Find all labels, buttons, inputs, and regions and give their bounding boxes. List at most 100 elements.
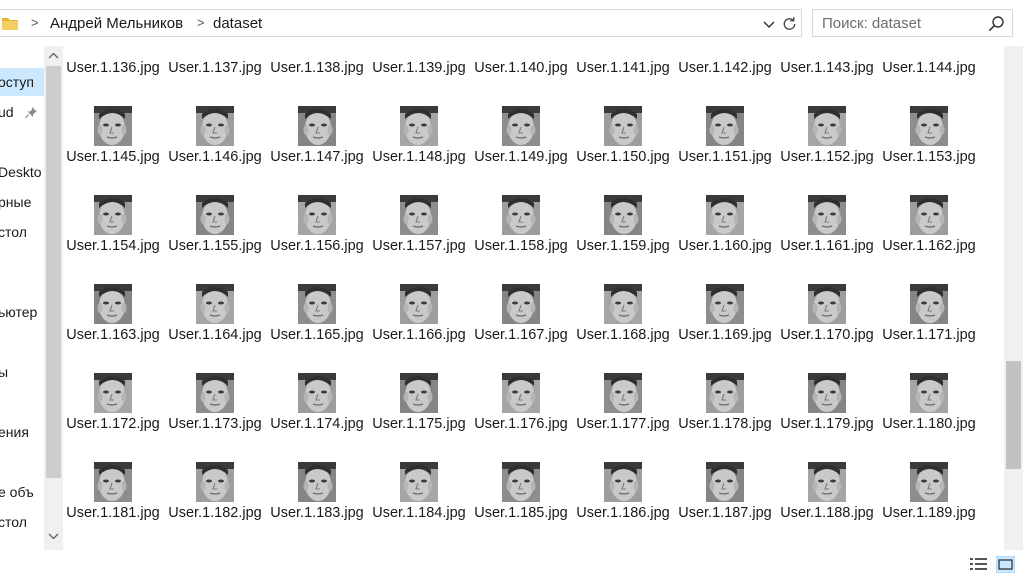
refresh-icon[interactable] — [780, 14, 799, 34]
nav-item-desk-2[interactable]: стол — [0, 508, 44, 536]
face-photo-icon — [196, 195, 234, 235]
chevron-up-icon[interactable] — [44, 46, 63, 66]
nav-item-quick-access[interactable]: оступ — [0, 68, 44, 96]
address-bar[interactable]: > Андрей Мельников > dataset — [0, 9, 802, 37]
file-item[interactable]: User.1.162.jpg — [879, 195, 979, 286]
file-item[interactable]: User.1.180.jpg — [879, 373, 979, 464]
file-item[interactable]: User.1.148.jpg — [369, 106, 469, 197]
file-item[interactable]: User.1.186.jpg — [573, 462, 673, 550]
nav-item-desktop[interactable]: Deskto — [0, 158, 44, 186]
image-thumbnail — [196, 195, 234, 235]
file-item[interactable]: User.1.177.jpg — [573, 373, 673, 464]
file-item[interactable]: User.1.137.jpg — [165, 46, 265, 110]
file-item[interactable]: User.1.163.jpg — [63, 284, 163, 375]
face-photo-icon — [400, 284, 438, 324]
file-item[interactable]: User.1.183.jpg — [267, 462, 367, 550]
file-item[interactable]: User.1.171.jpg — [879, 284, 979, 375]
file-list[interactable]: User.1.136.jpg User.1.137.jpg User.1.138.j… — [63, 46, 1003, 550]
file-name: User.1.141.jpg — [576, 60, 670, 76]
face-photo-icon — [910, 373, 948, 413]
file-item[interactable]: User.1.158.jpg — [471, 195, 571, 286]
file-item[interactable]: User.1.144.jpg — [879, 46, 979, 110]
file-item[interactable]: User.1.167.jpg — [471, 284, 571, 375]
file-item[interactable]: User.1.179.jpg — [777, 373, 877, 464]
file-item[interactable]: User.1.157.jpg — [369, 195, 469, 286]
nav-item-computer[interactable]: ьютер — [0, 298, 44, 326]
file-item[interactable]: User.1.151.jpg — [675, 106, 775, 197]
nav-scrollbar-thumb[interactable] — [46, 66, 61, 478]
file-item[interactable]: User.1.143.jpg — [777, 46, 877, 110]
image-thumbnail — [502, 462, 540, 502]
file-item[interactable]: User.1.169.jpg — [675, 284, 775, 375]
file-item[interactable]: User.1.188.jpg — [777, 462, 877, 550]
file-item[interactable]: User.1.159.jpg — [573, 195, 673, 286]
file-item[interactable]: User.1.138.jpg — [267, 46, 367, 110]
file-item[interactable]: User.1.170.jpg — [777, 284, 877, 375]
file-item[interactable]: User.1.160.jpg — [675, 195, 775, 286]
file-name: User.1.142.jpg — [678, 60, 772, 76]
file-item[interactable]: User.1.161.jpg — [777, 195, 877, 286]
file-item[interactable]: User.1.154.jpg — [63, 195, 163, 286]
file-item[interactable]: User.1.156.jpg — [267, 195, 367, 286]
file-list-scrollbar-thumb[interactable] — [1006, 361, 1021, 469]
search-icon[interactable] — [988, 15, 1005, 32]
file-item[interactable]: User.1.176.jpg — [471, 373, 571, 464]
file-item[interactable]: User.1.173.jpg — [165, 373, 265, 464]
nav-item-cloud[interactable]: ud — [0, 98, 44, 126]
file-name: User.1.166.jpg — [372, 327, 466, 343]
search-input[interactable] — [813, 10, 992, 36]
file-name: User.1.177.jpg — [576, 416, 670, 432]
face-photo-icon — [94, 284, 132, 324]
image-thumbnail — [400, 195, 438, 235]
face-photo-icon — [94, 373, 132, 413]
file-item[interactable]: User.1.168.jpg — [573, 284, 673, 375]
details-view-icon[interactable] — [969, 556, 988, 573]
file-item[interactable]: User.1.139.jpg — [369, 46, 469, 110]
image-thumbnail — [400, 106, 438, 146]
file-item[interactable]: User.1.155.jpg — [165, 195, 265, 286]
file-item[interactable]: User.1.153.jpg — [879, 106, 979, 197]
breadcrumb-item-user[interactable]: Андрей Мельников — [50, 15, 183, 32]
file-item[interactable]: User.1.175.jpg — [369, 373, 469, 464]
file-item[interactable]: User.1.181.jpg — [63, 462, 163, 550]
nav-item-public[interactable]: рные — [0, 188, 44, 216]
nav-item-files[interactable]: ы — [0, 358, 44, 386]
file-item[interactable]: User.1.187.jpg — [675, 462, 775, 550]
image-thumbnail — [94, 373, 132, 413]
nav-item-objects[interactable]: е объ — [0, 478, 44, 506]
file-item[interactable]: User.1.147.jpg — [267, 106, 367, 197]
chevron-down-icon[interactable] — [760, 15, 778, 33]
chevron-down-icon[interactable] — [44, 526, 63, 546]
file-item[interactable]: User.1.150.jpg — [573, 106, 673, 197]
large-icons-view-icon[interactable] — [996, 556, 1015, 573]
nav-item-label: ud — [0, 104, 14, 120]
file-item[interactable]: User.1.145.jpg — [63, 106, 163, 197]
file-item[interactable]: User.1.178.jpg — [675, 373, 775, 464]
face-photo-icon — [910, 462, 948, 502]
file-item[interactable]: User.1.182.jpg — [165, 462, 265, 550]
file-item[interactable]: User.1.136.jpg — [63, 46, 163, 110]
file-item[interactable]: User.1.142.jpg — [675, 46, 775, 110]
nav-item-label: Deskto — [0, 164, 42, 180]
file-list-scrollbar[interactable] — [1004, 46, 1023, 550]
image-thumbnail — [604, 195, 642, 235]
file-item[interactable]: User.1.140.jpg — [471, 46, 571, 110]
file-item[interactable]: User.1.166.jpg — [369, 284, 469, 375]
file-item[interactable]: User.1.164.jpg — [165, 284, 265, 375]
file-item[interactable]: User.1.165.jpg — [267, 284, 367, 375]
file-item[interactable]: User.1.172.jpg — [63, 373, 163, 464]
file-item[interactable]: User.1.189.jpg — [879, 462, 979, 550]
file-item[interactable]: User.1.146.jpg — [165, 106, 265, 197]
file-item[interactable]: User.1.185.jpg — [471, 462, 571, 550]
search-box[interactable] — [812, 9, 1013, 37]
nav-scrollbar[interactable] — [44, 46, 63, 550]
file-item[interactable]: User.1.149.jpg — [471, 106, 571, 197]
file-item[interactable]: User.1.184.jpg — [369, 462, 469, 550]
file-item[interactable]: User.1.174.jpg — [267, 373, 367, 464]
breadcrumb-item-dataset[interactable]: dataset — [213, 15, 262, 32]
file-item[interactable]: User.1.141.jpg — [573, 46, 673, 110]
file-item[interactable]: User.1.152.jpg — [777, 106, 877, 197]
nav-item-desk[interactable]: стол — [0, 218, 44, 246]
image-thumbnail — [298, 195, 336, 235]
nav-item-images[interactable]: ения — [0, 418, 44, 446]
